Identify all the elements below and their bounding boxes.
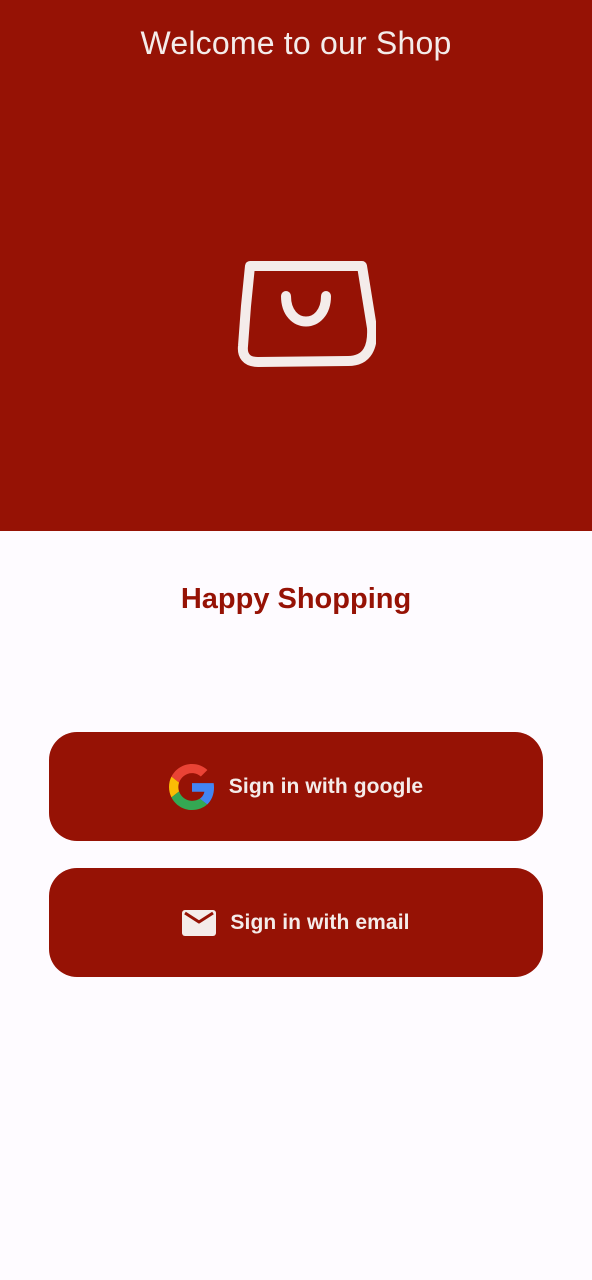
mail-icon xyxy=(182,909,217,936)
sign-in-google-button[interactable]: Sign in with google xyxy=(49,732,543,841)
tagline: Happy Shopping xyxy=(180,583,412,615)
sign-in-google-label: Sign in with google xyxy=(228,774,424,798)
sign-in-email-button[interactable]: Sign in with email xyxy=(49,868,543,977)
hero-banner: Welcome to our Shop xyxy=(0,0,592,531)
sign-in-email-label: Sign in with email xyxy=(230,910,410,934)
google-g-icon xyxy=(168,763,214,810)
shopping-bag-icon xyxy=(237,261,376,367)
hero-title: Welcome to our Shop xyxy=(140,25,452,61)
